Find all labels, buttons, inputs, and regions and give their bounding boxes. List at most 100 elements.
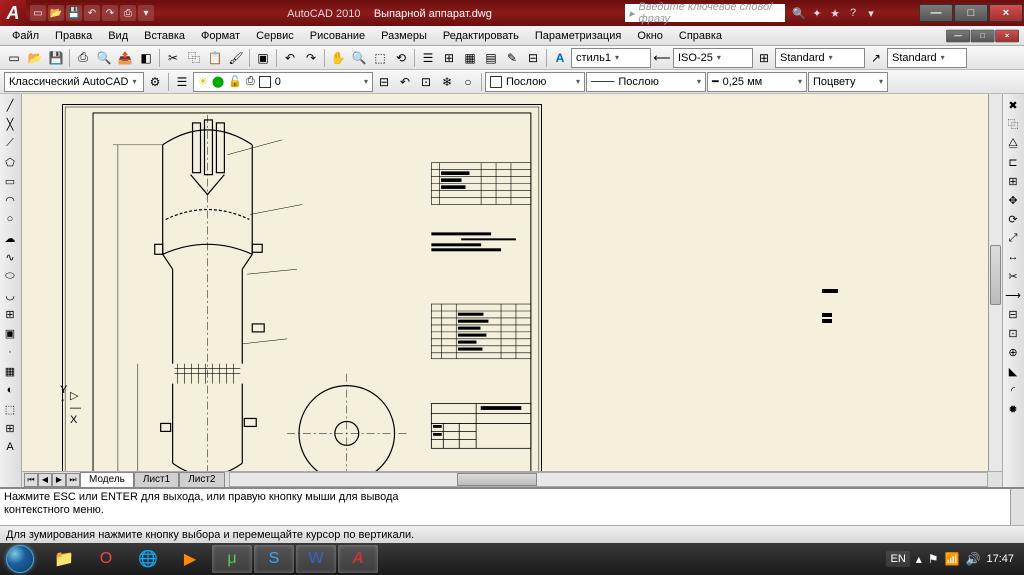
menu-file[interactable]: Файл [4,28,47,44]
explode-icon[interactable]: ✹ [1004,400,1022,418]
horizontal-scrollbar[interactable] [229,472,989,487]
menu-dimension[interactable]: Размеры [373,28,435,44]
drawing-viewport[interactable]: Y↑ ▷— X [22,94,1002,471]
quickcalc-icon[interactable]: ⊟ [523,48,543,68]
tool-palettes-icon[interactable]: ▦ [460,48,480,68]
pan-icon[interactable]: ✋ [328,48,348,68]
lineweight-dropdown[interactable]: ━0,25 мм▾ [707,72,807,92]
rotate-icon[interactable]: ⟳ [1004,210,1022,228]
ellipse-icon[interactable]: ⬭ [1,267,19,285]
trim-icon[interactable]: ✂ [1004,267,1022,285]
region-icon[interactable]: ⬚ [1,400,19,418]
polyline-icon[interactable]: ⟋ [1,134,19,152]
tab-model[interactable]: Модель [80,472,134,487]
menu-insert[interactable]: Вставка [136,28,193,44]
construction-line-icon[interactable]: ╳ [1,115,19,133]
stretch-icon[interactable]: ↔ [1004,248,1022,266]
mleader-style-dropdown[interactable]: Standard▾ [887,48,967,68]
copy-icon[interactable]: ⿻ [184,48,204,68]
copy-object-icon[interactable]: ⿻ [1004,115,1022,133]
chamfer-icon[interactable]: ◣ [1004,362,1022,380]
qat-print-icon[interactable]: ⎙ [120,5,136,21]
arc-icon[interactable]: ◠ [1,191,19,209]
layer-dropdown[interactable]: ☀⬤🔓⎙ 0▾ [193,72,373,92]
plot-icon[interactable]: ⎙ [73,48,93,68]
qat-redo-icon[interactable]: ↷ [102,5,118,21]
layer-freeze-icon[interactable]: ❄ [437,72,457,92]
scale-icon[interactable]: ⤢ [1004,229,1022,247]
menu-view[interactable]: Вид [100,28,136,44]
close-button[interactable]: × [989,4,1023,22]
paste-icon[interactable]: 📋 [205,48,225,68]
layer-off-icon[interactable]: ○ [458,72,478,92]
markup-icon[interactable]: ✎ [502,48,522,68]
menu-tools[interactable]: Сервис [248,28,302,44]
make-block-icon[interactable]: ▣ [1,324,19,342]
qat-undo-icon[interactable]: ↶ [84,5,100,21]
tray-flag-icon[interactable]: ⚑ [928,552,939,566]
table-style-icon[interactable]: ⊞ [754,48,774,68]
text-style-dropdown[interactable]: стиль1▾ [571,48,651,68]
tab-first-icon[interactable]: ⏮ [24,473,38,487]
favorites-icon[interactable]: ★ [827,5,843,21]
minimize-button[interactable]: — [919,4,953,22]
language-indicator[interactable]: EN [886,551,909,567]
menu-format[interactable]: Формат [193,28,248,44]
task-media-icon[interactable]: ▶ [170,545,210,573]
table-icon[interactable]: ⊞ [1,419,19,437]
table-style-dropdown[interactable]: Standard▾ [775,48,865,68]
start-button[interactable] [0,543,40,575]
tab-sheet2[interactable]: Лист2 [179,472,224,487]
mirror-icon[interactable]: ⧋ [1004,134,1022,152]
undo-icon[interactable]: ↶ [280,48,300,68]
break-at-point-icon[interactable]: ⊟ [1004,305,1022,323]
cut-icon[interactable]: ✂ [163,48,183,68]
mtext-icon[interactable]: A [1,438,19,456]
layer-isolate-icon[interactable]: ⊡ [416,72,436,92]
workspace-settings-icon[interactable]: ⚙ [145,72,165,92]
break-icon[interactable]: ⊡ [1004,324,1022,342]
qat-open-icon[interactable]: 📂 [48,5,64,21]
maximize-button[interactable]: □ [954,4,988,22]
tab-prev-icon[interactable]: ◀ [38,473,52,487]
publish-icon[interactable]: 📤 [115,48,135,68]
task-chrome-icon[interactable]: 🌐 [128,545,168,573]
search-icon[interactable]: 🔍 [791,5,807,21]
tray-volume-icon[interactable]: 🔊 [966,552,981,566]
doc-minimize-button[interactable]: — [946,29,970,42]
insert-block-icon[interactable]: ⊞ [1,305,19,323]
task-autocad-icon[interactable]: A [338,545,378,573]
polygon-icon[interactable]: ⬠ [1,153,19,171]
spline-icon[interactable]: ∿ [1,248,19,266]
properties-icon[interactable]: ☰ [418,48,438,68]
color-dropdown[interactable]: Послою▾ [485,72,585,92]
tray-clock[interactable]: 17:47 [986,553,1014,565]
doc-close-button[interactable]: × [995,29,1019,42]
help-icon[interactable]: ? [845,5,861,21]
app-logo-icon[interactable]: A [0,0,26,26]
vertical-scrollbar[interactable] [988,94,1002,471]
gradient-icon[interactable]: ◐ [1,381,19,399]
layer-properties-icon[interactable]: ☰ [172,72,192,92]
rectangle-icon[interactable]: ▭ [1,172,19,190]
extend-icon[interactable]: ⟶ [1004,286,1022,304]
dropdown-icon[interactable]: ▾ [863,5,879,21]
zoom-window-icon[interactable]: ⬚ [370,48,390,68]
mleader-style-icon[interactable]: ↗ [866,48,886,68]
zoom-realtime-icon[interactable]: 🔍 [349,48,369,68]
menu-help[interactable]: Справка [671,28,730,44]
task-skype-icon[interactable]: S [254,545,294,573]
offset-icon[interactable]: ⊏ [1004,153,1022,171]
plotstyle-dropdown[interactable]: Поцвету▾ [808,72,888,92]
move-icon[interactable]: ✥ [1004,191,1022,209]
workspace-dropdown[interactable]: Классический AutoCAD▾ [4,72,144,92]
layer-states-icon[interactable]: ⊟ [374,72,394,92]
dim-style-icon[interactable]: ⟵ [652,48,672,68]
sheet-set-icon[interactable]: ▤ [481,48,501,68]
comm-center-icon[interactable]: ✦ [809,5,825,21]
task-word-icon[interactable]: W [296,545,336,573]
plot-preview-icon[interactable]: 🔍 [94,48,114,68]
help-search-input[interactable]: ▸Введите ключевое слово/фразу [625,4,785,22]
revcloud-icon[interactable]: ☁ [1,229,19,247]
command-line[interactable]: Нажмите ESC или ENTER для выхода, или пр… [0,487,1024,525]
